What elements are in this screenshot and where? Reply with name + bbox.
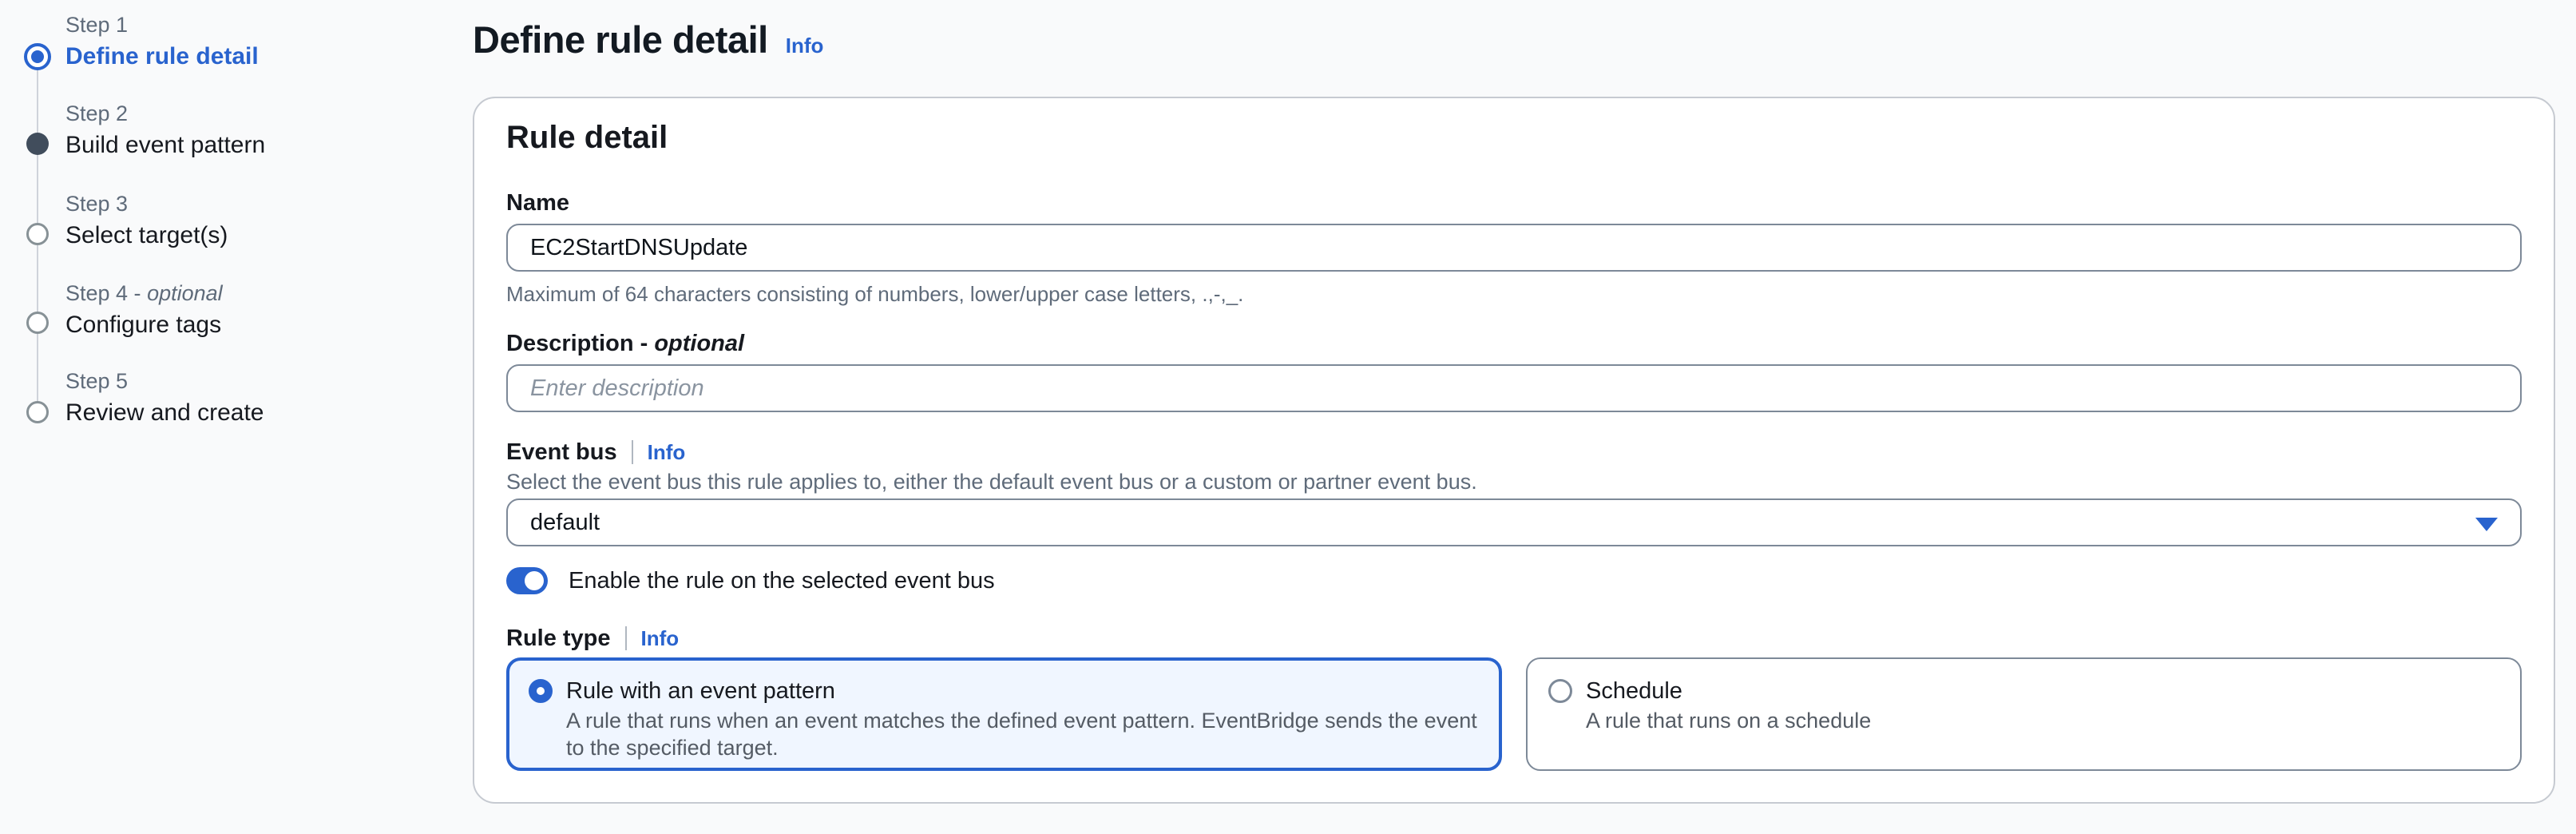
- rule-type-options: Rule with an event pattern A rule that r…: [506, 657, 2522, 771]
- rule-type-info-link[interactable]: Info: [641, 626, 680, 651]
- event-bus-info-link[interactable]: Info: [648, 440, 686, 465]
- rule-type-option-event-pattern[interactable]: Rule with an event pattern A rule that r…: [506, 657, 1502, 771]
- step3-upcoming-marker-icon: [26, 223, 49, 245]
- name-label: Name: [506, 189, 2522, 217]
- rule-type-label: Rule type: [506, 624, 611, 653]
- option-title: Schedule: [1586, 677, 1682, 705]
- step-label[interactable]: Select target(s): [65, 220, 228, 251]
- step-label[interactable]: Review and create: [65, 398, 264, 428]
- radio-selected-icon[interactable]: [529, 679, 553, 703]
- name-input[interactable]: [506, 224, 2522, 272]
- option-description: A rule that runs when an event matches t…: [566, 707, 1480, 761]
- event-bus-label: Event bus: [506, 438, 617, 467]
- name-constraint-hint: Maximum of 64 characters consisting of n…: [506, 281, 2522, 307]
- step1-current-marker-icon: [24, 43, 51, 70]
- rule-type-option-schedule[interactable]: Schedule A rule that runs on a schedule: [1526, 657, 2522, 771]
- step-label[interactable]: Define rule detail: [65, 42, 259, 72]
- step2-visited-marker-icon: [26, 133, 49, 155]
- step-number: Step 2: [65, 100, 265, 127]
- event-bus-selected-value: default: [530, 510, 600, 536]
- step5-upcoming-marker-icon: [26, 401, 49, 423]
- page-title-info-link[interactable]: Info: [786, 34, 824, 58]
- page-header: Define rule detail Info: [473, 18, 2558, 62]
- event-bus-description: Select the event bus this rule applies t…: [506, 469, 2522, 494]
- option-description: A rule that runs on a schedule: [1586, 707, 2499, 734]
- page-title: Define rule detail: [473, 18, 768, 62]
- event-bus-select[interactable]: default: [506, 498, 2522, 546]
- label-divider: [625, 626, 627, 650]
- wizard-steps-sidebar: Step 1 Define rule detail Step 2 Build e…: [0, 0, 473, 834]
- step-number: Step 5: [65, 367, 264, 395]
- enable-rule-toggle[interactable]: [506, 567, 548, 594]
- step-number: Step 3: [65, 190, 228, 217]
- step-number: Step 1: [65, 11, 259, 38]
- step-label[interactable]: Build event pattern: [65, 130, 265, 161]
- rule-detail-card: Rule detail Name Maximum of 64 character…: [473, 97, 2555, 804]
- enable-rule-toggle-label: Enable the rule on the selected event bu…: [569, 568, 995, 594]
- step-number: Step 4 - optional: [65, 280, 223, 307]
- main-content: Define rule detail Info Rule detail Name…: [473, 0, 2558, 804]
- card-title: Rule detail: [506, 118, 2522, 157]
- description-input[interactable]: [506, 364, 2522, 412]
- chevron-down-icon: [2475, 518, 2498, 531]
- radio-unselected-icon[interactable]: [1548, 679, 1572, 703]
- label-divider: [632, 440, 633, 464]
- step-label[interactable]: Configure tags: [65, 310, 223, 340]
- step4-upcoming-marker-icon: [26, 312, 49, 334]
- description-label: Description - optional: [506, 329, 2522, 358]
- option-title: Rule with an event pattern: [566, 677, 835, 705]
